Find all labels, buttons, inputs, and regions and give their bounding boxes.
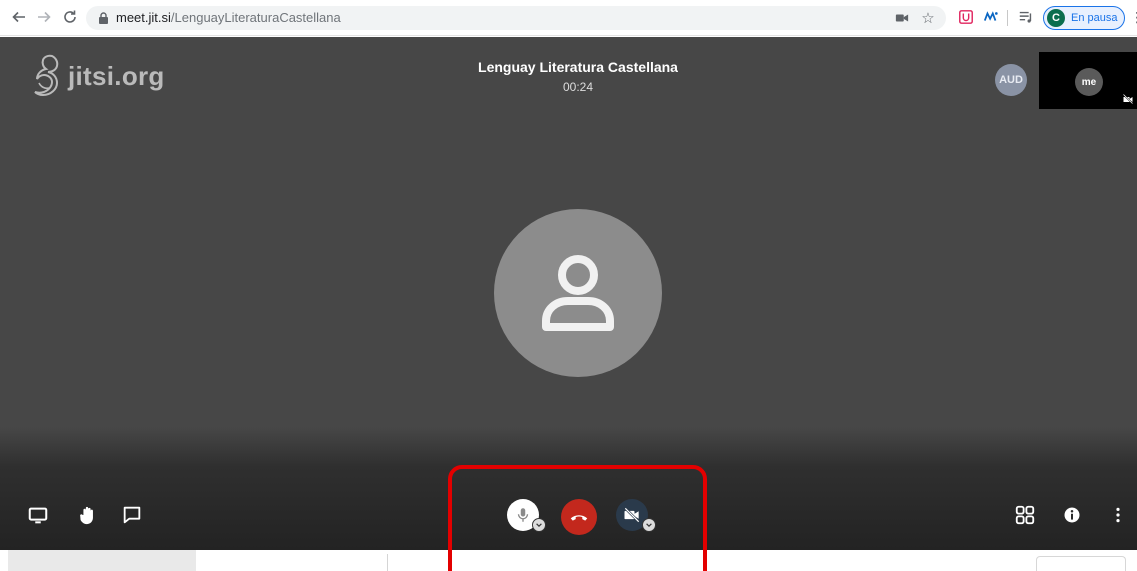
bottom-box — [1036, 556, 1126, 571]
user-placeholder-icon — [542, 255, 614, 331]
extension-telefonica-icon[interactable] — [982, 8, 1000, 26]
browser-menu-icon[interactable]: ⋮ — [1130, 9, 1137, 27]
address-bar[interactable]: meet.jit.si/LenguayLiteraturaCastellana … — [86, 6, 946, 30]
local-avatar: me — [1075, 68, 1103, 96]
media-queue-icon[interactable] — [1017, 8, 1035, 26]
browser-toolbar: meet.jit.si/LenguayLiteraturaCastellana … — [0, 0, 1137, 36]
forward-button[interactable] — [34, 7, 54, 27]
dominant-speaker-avatar — [494, 209, 662, 377]
profile-button[interactable]: C En pausa — [1043, 6, 1125, 30]
extension-shield-icon[interactable] — [957, 8, 975, 26]
screen-share-icon — [28, 507, 48, 524]
toolbar-separator — [1007, 10, 1008, 26]
url-path: /LenguayLiteraturaCastellana — [170, 10, 341, 25]
url-domain: meet.jit.si — [116, 10, 171, 25]
arrow-right-icon — [38, 11, 51, 23]
bottom-divider — [387, 554, 388, 571]
more-vertical-icon — [1116, 507, 1120, 523]
reload-icon — [64, 10, 76, 23]
remote-participant-badge[interactable]: AUD — [995, 64, 1027, 96]
bottom-panel — [8, 550, 196, 571]
local-video-thumbnail[interactable]: me — [1039, 52, 1137, 109]
info-button[interactable] — [1060, 503, 1084, 527]
toolbar-highlight — [448, 465, 707, 571]
profile-status: En pausa — [1071, 12, 1118, 24]
video-muted-icon — [1123, 94, 1133, 104]
jitsi-logo[interactable]: jitsi.org — [30, 53, 165, 99]
more-actions-button[interactable] — [1108, 503, 1128, 527]
tile-view-button[interactable] — [1013, 503, 1037, 527]
info-icon — [1064, 507, 1080, 523]
tile-view-icon — [1015, 505, 1035, 525]
profile-avatar: C — [1047, 9, 1065, 27]
screen-share-button[interactable] — [26, 503, 50, 527]
arrow-left-icon — [12, 11, 25, 23]
logo-text: jitsi.org — [68, 60, 165, 91]
raise-hand-icon — [80, 506, 93, 525]
bookmark-star-icon[interactable]: ☆ — [920, 10, 936, 27]
back-button[interactable] — [9, 7, 29, 27]
chat-icon — [123, 506, 141, 524]
lock-icon — [99, 12, 108, 24]
jitsi-logo-icon — [34, 54, 59, 97]
url-text: meet.jit.si/LenguayLiteraturaCastellana — [116, 10, 341, 25]
reload-button[interactable] — [60, 7, 80, 27]
raise-hand-button[interactable] — [76, 503, 100, 527]
camera-in-use-icon[interactable] — [894, 10, 910, 26]
meeting-timer: 00:24 — [562, 80, 594, 94]
meeting-subject: Lenguay Literatura Castellana — [478, 59, 678, 75]
chat-button[interactable] — [120, 503, 144, 527]
